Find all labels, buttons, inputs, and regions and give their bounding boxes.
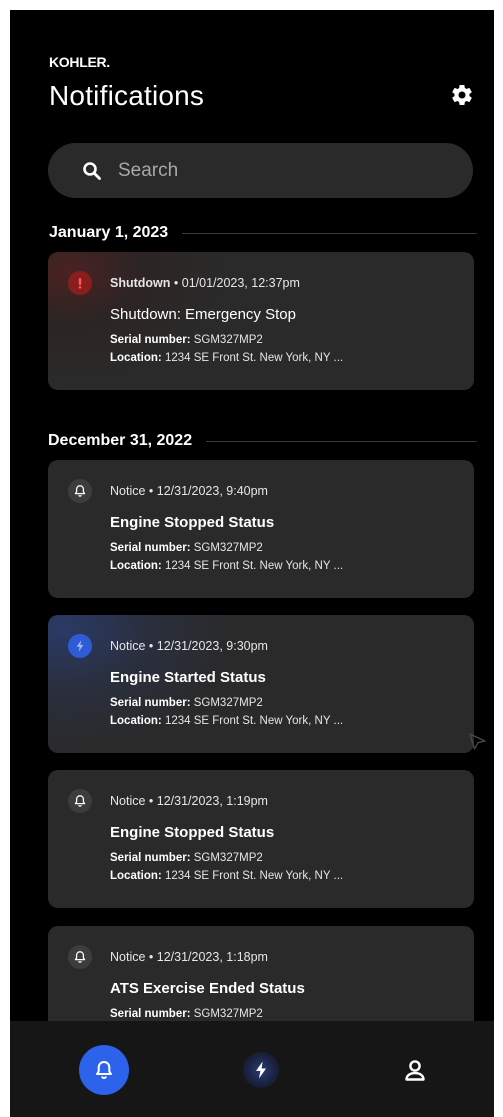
divider [206,440,477,442]
notification-card[interactable]: Notice • 12/31/2023, 9:30pm Engine Start… [48,615,474,753]
location-value: 1234 SE Front St. New York, NY ... [164,560,344,572]
serial-value: SGM327MP2 [193,334,263,346]
notification-meta: Notice • 12/31/2023, 1:19pm [110,794,268,808]
serial-label: Serial number: [110,697,191,709]
date-header: January 1, 2023 [49,224,477,242]
nav-tab-notifications[interactable] [79,1045,129,1095]
notification-card[interactable]: Shutdown • 01/01/2023, 12:37pm Shutdown:… [48,252,474,390]
location-line: Location: 1234 SE Front St. New York, NY… [110,560,343,572]
bell-icon [68,945,92,969]
notification-timestamp: • 12/31/2023, 1:18pm [148,950,268,964]
nav-tab-power[interactable] [236,1045,286,1095]
notification-meta: Notice • 12/31/2023, 9:40pm [110,484,268,498]
serial-label: Serial number: [110,334,191,346]
serial-label: Serial number: [110,852,191,864]
notification-type: Notice [110,484,146,498]
profile-icon [405,1060,425,1081]
bell-icon [68,479,92,503]
notification-timestamp: • 12/31/2023, 1:19pm [148,794,268,808]
notification-meta: Notice • 12/31/2023, 1:18pm [110,950,268,964]
bolt-icon [243,1052,279,1088]
bell-icon [68,789,92,813]
notification-title: Engine Started Status [110,669,266,686]
location-label: Location: [110,352,162,364]
notification-title: Engine Stopped Status [110,824,275,841]
notification-title: ATS Exercise Ended Status [110,980,305,997]
notification-type: Shutdown [110,276,171,290]
serial-value: SGM327MP2 [193,852,263,864]
serial-line: Serial number: SGM327MP2 [110,542,263,554]
search-input[interactable] [118,159,438,182]
location-label: Location: [110,870,162,882]
search-bar[interactable] [48,143,473,198]
date-header-label: December 31, 2022 [48,432,193,449]
notification-timestamp: • 01/01/2023, 12:37pm [173,276,300,290]
notification-timestamp: • 12/31/2023, 9:30pm [148,639,268,653]
location-value: 1234 SE Front St. New York, NY ... [164,352,344,364]
notification-title: Engine Stopped Status [110,514,275,531]
notification-type: Notice [110,794,146,808]
brand-logo: KOHLER. [49,54,110,70]
notification-card[interactable]: Notice • 12/31/2023, 9:40pm Engine Stopp… [48,460,474,598]
search-icon [83,161,101,180]
alert-icon [68,271,92,295]
date-header: December 31, 2022 [48,432,477,450]
notifications-screen: KOHLER. Notifications January 1, 2023 Sh… [10,10,494,1117]
notification-card[interactable]: Notice • 12/31/2023, 1:19pm Engine Stopp… [48,770,474,908]
divider [182,232,477,234]
gear-icon [452,85,472,106]
serial-label: Serial number: [110,1008,191,1020]
serial-label: Serial number: [110,542,191,554]
location-label: Location: [110,715,162,727]
bell-icon [96,1061,112,1079]
bottom-nav [10,1021,494,1117]
location-label: Location: [110,560,162,572]
location-line: Location: 1234 SE Front St. New York, NY… [110,352,343,364]
nav-tab-profile[interactable] [390,1045,440,1095]
serial-value: SGM327MP2 [193,542,263,554]
serial-line: Serial number: SGM327MP2 [110,697,263,709]
notification-type: Notice [110,950,146,964]
notification-type: Notice [110,639,146,653]
bolt-icon [68,634,92,658]
serial-value: SGM327MP2 [193,1008,263,1020]
notification-title: Shutdown: Emergency Stop [110,306,296,323]
serial-line: Serial number: SGM327MP2 [110,852,263,864]
location-value: 1234 SE Front St. New York, NY ... [164,715,344,727]
serial-line: Serial number: SGM327MP2 [110,1008,263,1020]
notification-meta: Notice • 12/31/2023, 9:30pm [110,639,268,653]
location-line: Location: 1234 SE Front St. New York, NY… [110,715,343,727]
settings-button[interactable] [449,82,475,108]
location-line: Location: 1234 SE Front St. New York, NY… [110,870,343,882]
date-header-label: January 1, 2023 [49,224,169,241]
cursor-pointer-icon [468,731,488,756]
notification-meta: Shutdown • 01/01/2023, 12:37pm [110,276,300,290]
location-value: 1234 SE Front St. New York, NY ... [164,870,344,882]
serial-line: Serial number: SGM327MP2 [110,334,263,346]
page-title: Notifications [49,80,205,111]
serial-value: SGM327MP2 [193,697,263,709]
notification-timestamp: • 12/31/2023, 9:40pm [148,484,268,498]
